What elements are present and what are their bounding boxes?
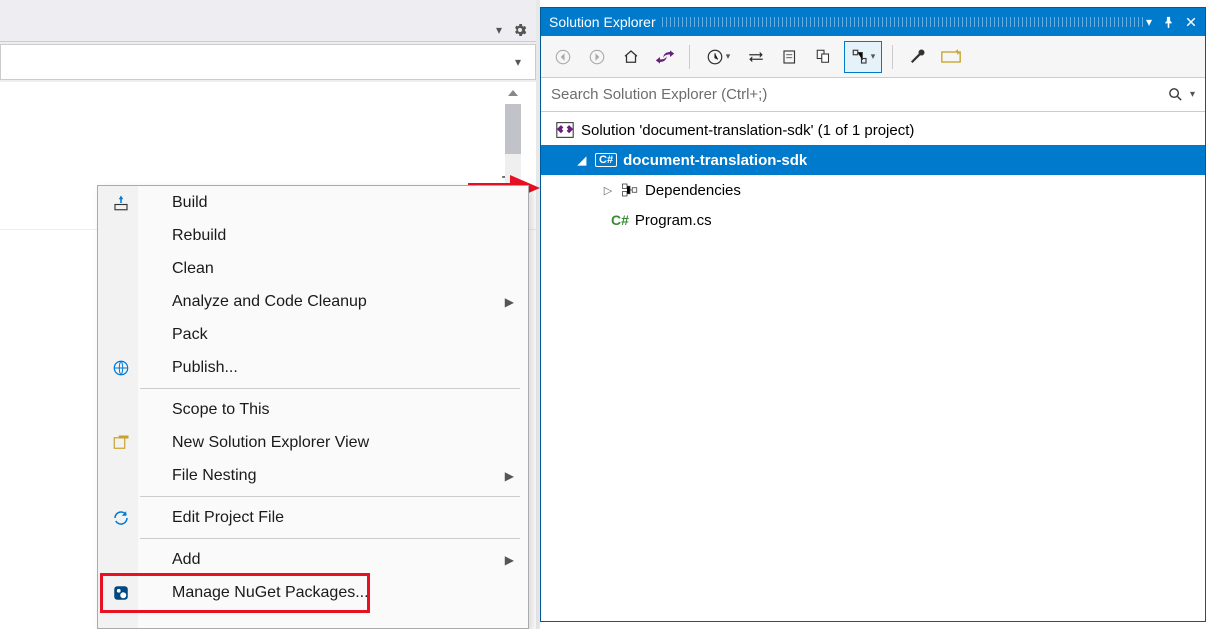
pin-icon[interactable] [1162,16,1175,29]
nuget-icon [108,580,134,606]
pending-changes-button[interactable]: ▾ [700,43,736,71]
show-all-files-button[interactable] [776,43,804,71]
context-menu-item-label: File Nesting [134,467,256,485]
context-menu-item[interactable]: Clean [98,252,528,285]
context-menu-item[interactable]: Pack [98,318,528,351]
solution-explorer-toolbar: ▾ ▾ [541,36,1205,78]
window-dropdown-icon[interactable]: ▾ [1146,15,1152,29]
solution-explorer-header[interactable]: Solution Explorer ▾ [541,8,1205,36]
tree-dependencies-label: Dependencies [645,182,741,199]
expand-icon[interactable]: ◢ [575,154,589,167]
submenu-arrow-icon: ▶ [505,469,514,483]
context-menu-item[interactable]: Edit Project File [98,501,528,534]
globe-icon [108,355,134,381]
forward-button[interactable] [583,43,611,71]
context-menu-item[interactable]: Publish... [98,351,528,384]
context-menu-item-label: Manage NuGet Packages... [134,584,369,602]
context-menu-item-label: Analyze and Code Cleanup [134,293,367,311]
dropdown-chevron-icon[interactable]: ▾ [496,23,502,37]
tree-file-node[interactable]: C# Program.cs [541,205,1205,235]
tree-file-label: Program.cs [635,212,712,229]
context-menu-item-label: Build [134,194,208,212]
context-menu-separator [140,538,520,539]
switch-view-button[interactable] [651,43,679,71]
context-menu-item-label: Scope to This [134,401,270,419]
context-menu-item-label: Clean [134,260,214,278]
solution-icon [555,121,575,139]
search-dropdown-icon[interactable]: ▾ [1190,89,1195,100]
tree-project-label: document-translation-sdk [623,152,807,169]
solution-explorer-search[interactable]: Search Solution Explorer (Ctrl+;) ▾ [541,78,1205,112]
scrollbar-thumb[interactable] [505,104,521,154]
tree-dependencies-node[interactable]: ▷ Dependencies [541,175,1205,205]
new-window-icon [108,430,134,456]
context-menu-item-label: Edit Project File [134,509,284,527]
editor-top-bar: ▾ [0,0,536,42]
sync-button[interactable] [742,43,770,71]
toolbar-separator [892,45,893,69]
breadcrumb-bar[interactable]: ▾ [0,44,536,80]
panel-title: Solution Explorer [549,14,656,30]
context-menu-item[interactable]: Build [98,186,528,219]
back-button[interactable] [549,43,577,71]
panel-drag-handle[interactable] [662,17,1146,27]
expand-icon[interactable]: ▷ [601,184,615,197]
search-icon[interactable] [1167,86,1184,103]
dependencies-icon [621,182,639,198]
toolbar-separator [689,45,690,69]
gear-icon[interactable] [512,22,528,38]
solution-explorer-panel: Solution Explorer ▾ ▾ ▾ Search Solution [540,7,1206,622]
context-menu-item[interactable]: Rebuild [98,219,528,252]
refresh-icon [108,505,134,531]
context-menu-item-label: Pack [134,326,208,344]
submenu-arrow-icon: ▶ [505,295,514,309]
scroll-up-icon[interactable] [504,86,522,100]
context-menu-item-label: New Solution Explorer View [134,434,369,452]
tree-solution-label: Solution 'document-translation-sdk' (1 o… [581,122,914,139]
close-icon[interactable] [1185,16,1197,28]
context-menu-separator [140,388,520,389]
tree-solution-node[interactable]: Solution 'document-translation-sdk' (1 o… [541,115,1205,145]
context-menu-item[interactable]: New Solution Explorer View [98,426,528,459]
collapse-all-button[interactable] [810,43,838,71]
context-menu-item[interactable]: Analyze and Code Cleanup ▶ [98,285,528,318]
scope-button[interactable]: ▾ [846,43,880,71]
build-icon [108,190,134,216]
context-menu-item-label: Rebuild [134,227,226,245]
context-menu-item[interactable]: Scope to This [98,393,528,426]
preview-button[interactable] [937,43,965,71]
context-menu-separator [140,496,520,497]
context-menu-item[interactable]: Add ▶ [98,543,528,576]
csharp-file-icon: C# [611,212,629,228]
home-button[interactable] [617,43,645,71]
context-menu-item-label: Add [134,551,200,569]
submenu-arrow-icon: ▶ [505,553,514,567]
context-menu-item[interactable]: File Nesting ▶ [98,459,528,492]
properties-button[interactable] [903,43,931,71]
context-menu-item[interactable]: Manage NuGet Packages... [98,576,528,609]
csharp-project-icon: C# [595,153,617,167]
search-placeholder: Search Solution Explorer (Ctrl+;) [551,86,767,103]
solution-tree: Solution 'document-translation-sdk' (1 o… [541,112,1205,238]
context-menu: Build Rebuild Clean Analyze and Code Cleanu… [97,185,529,629]
context-menu-item-label: Publish... [134,359,238,377]
dropdown-chevron-icon[interactable]: ▾ [515,55,521,69]
tree-project-node[interactable]: ◢ C# document-translation-sdk [541,145,1205,175]
